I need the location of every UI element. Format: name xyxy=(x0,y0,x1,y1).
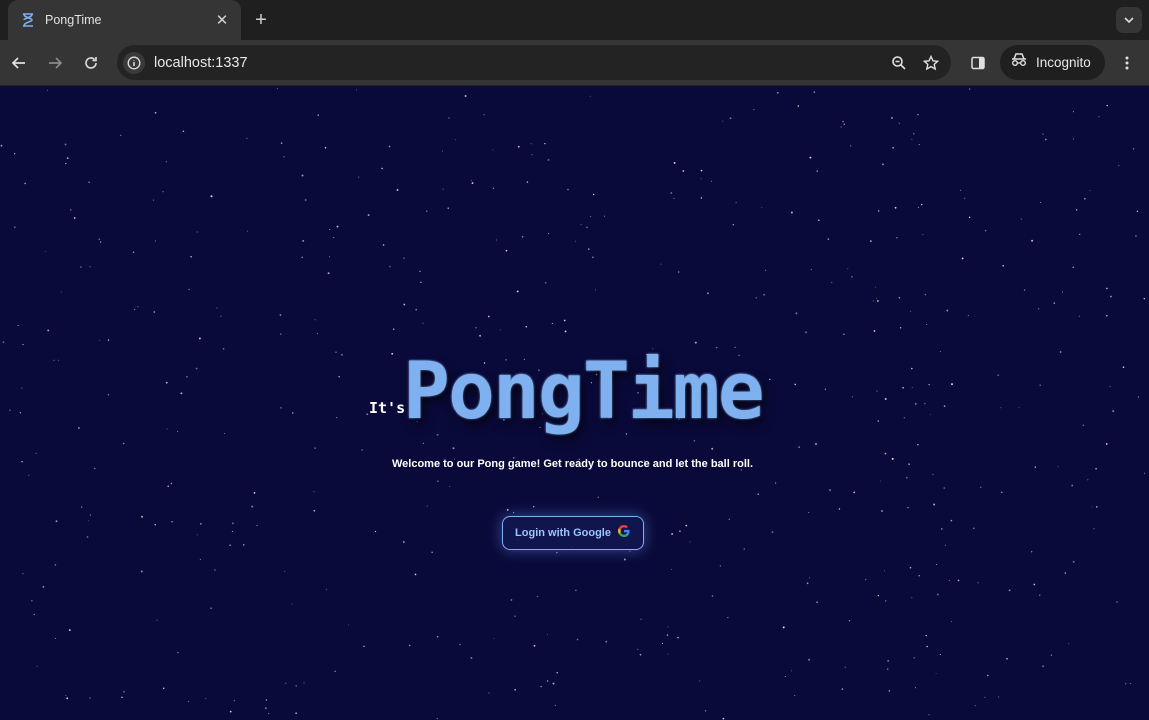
login-button-label: Login with Google xyxy=(515,527,611,539)
new-tab-button[interactable]: + xyxy=(250,9,272,31)
url-text[interactable]: localhost:1337 xyxy=(154,55,887,71)
hourglass-icon xyxy=(20,12,36,28)
tab-search-button[interactable] xyxy=(1116,7,1142,33)
incognito-icon xyxy=(1010,53,1028,72)
browser-tab[interactable]: PongTime ✕ xyxy=(8,0,241,40)
address-bar[interactable]: localhost:1337 xyxy=(117,45,951,80)
close-tab-icon[interactable]: ✕ xyxy=(213,11,231,29)
menu-button[interactable] xyxy=(1115,51,1139,75)
tab-strip: PongTime ✕ + xyxy=(0,0,1149,40)
kebab-menu-icon xyxy=(1125,56,1129,70)
side-panel-icon[interactable] xyxy=(966,51,990,75)
zoom-icon[interactable] xyxy=(887,51,911,75)
incognito-indicator[interactable]: Incognito xyxy=(1000,45,1105,80)
login-with-google-button[interactable]: Login with Google xyxy=(502,516,644,550)
tab-title: PongTime xyxy=(45,13,102,27)
info-icon[interactable] xyxy=(123,51,145,74)
title-prefix: It's xyxy=(369,399,406,417)
chevron-down-icon xyxy=(1124,17,1134,24)
reload-button[interactable] xyxy=(79,51,103,75)
page-viewport: It's PongTime Welcome to our Pong game! … xyxy=(0,87,1149,720)
arrow-right-icon xyxy=(49,57,63,69)
back-button[interactable] xyxy=(7,51,31,75)
star-icon[interactable] xyxy=(919,51,943,75)
incognito-label: Incognito xyxy=(1036,55,1091,70)
welcome-text: Welcome to our Pong game! Get ready to b… xyxy=(391,458,753,470)
google-icon xyxy=(617,524,631,543)
hero-section: It's PongTime Welcome to our Pong game! … xyxy=(0,87,1149,720)
arrow-left-icon xyxy=(11,57,25,69)
reload-icon xyxy=(85,57,97,69)
browser-toolbar: localhost:1337 Incognito xyxy=(0,40,1149,86)
forward-button[interactable] xyxy=(43,51,67,75)
page-title: PongTime xyxy=(403,347,765,437)
